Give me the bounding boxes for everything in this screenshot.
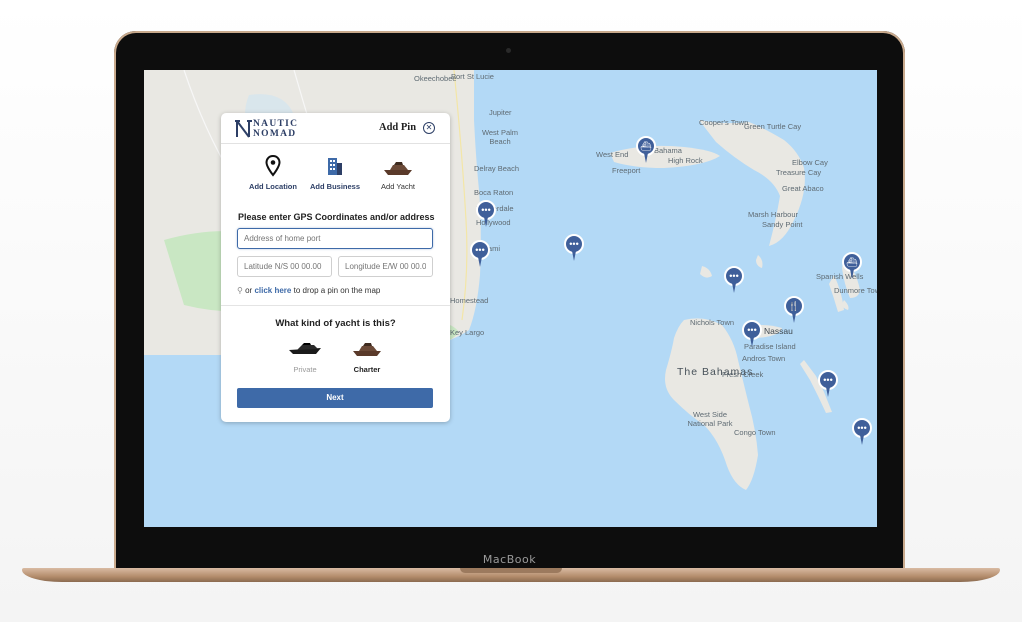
place-label: Nichols Town xyxy=(690,318,735,327)
add-yacht-label: Add Yacht xyxy=(381,182,415,191)
map-pin[interactable]: ••• xyxy=(476,200,496,228)
add-yacht-option[interactable]: Add Yacht xyxy=(373,157,423,191)
place-label: Congo Town xyxy=(734,428,776,437)
map-pin[interactable]: 🍴 xyxy=(784,296,804,324)
place-label: West Side National Park xyxy=(687,410,733,428)
place-label: Andros Town xyxy=(742,354,786,363)
divider xyxy=(221,305,450,306)
place-label: Delray Beach xyxy=(474,164,520,173)
place-label: Jupiter xyxy=(489,108,512,117)
charter-label: Charter xyxy=(353,365,381,374)
add-business-label: Add Business xyxy=(309,182,360,191)
place-label: Freeport xyxy=(612,166,641,175)
place-label: Okeechobee xyxy=(414,74,457,83)
latitude-input[interactable] xyxy=(237,256,332,277)
hint-prefix: or xyxy=(245,286,253,295)
place-label: Boca Raton xyxy=(474,188,514,197)
click-here-link[interactable]: click here xyxy=(254,286,291,295)
place-label: Bahama xyxy=(654,146,682,155)
yacht-type-question: What kind of yacht is this? xyxy=(275,318,396,329)
base-notch xyxy=(460,568,562,573)
small-pin-icon: ⚲ xyxy=(237,286,243,295)
yacht-icon xyxy=(384,162,412,175)
logo-line-2: NOMAD xyxy=(253,128,297,139)
laptop-base xyxy=(22,568,1000,582)
add-pin-panel: NAUTIC NOMAD Add Pin ✕ Add Location Add … xyxy=(221,113,450,422)
map-pin[interactable]: ••• xyxy=(564,234,584,262)
place-label: Green Turtle Cay xyxy=(744,122,802,131)
private-label: Private xyxy=(293,365,317,374)
place-label: West End xyxy=(596,150,629,159)
place-label: Marsh Harbour xyxy=(748,210,799,219)
private-yacht-icon xyxy=(289,343,321,354)
add-location-label: Add Location xyxy=(249,182,297,191)
longitude-input[interactable] xyxy=(338,256,433,277)
add-location-option[interactable]: Add Location xyxy=(246,154,300,191)
map-pin[interactable]: ••• xyxy=(818,370,838,398)
map-pin[interactable]: ••• xyxy=(724,266,744,294)
place-label: Dunmore Town xyxy=(834,286,877,295)
region-label: The Bahamas xyxy=(677,366,754,378)
map-pin[interactable]: ⛴ xyxy=(636,136,656,164)
charter-yacht-option[interactable]: Charter xyxy=(345,341,389,374)
map-pin[interactable]: ••• xyxy=(852,418,872,446)
place-label: Great Abaco xyxy=(782,184,824,193)
address-input[interactable] xyxy=(237,228,433,249)
place-label: High Rock xyxy=(668,156,703,165)
place-label: Nassau xyxy=(764,326,793,336)
place-label: Treasure Cay xyxy=(776,168,822,177)
charter-yacht-icon xyxy=(353,343,381,356)
map-pin[interactable]: ••• xyxy=(742,320,762,348)
panel-title: Add Pin xyxy=(379,122,417,133)
place-label: Homestead xyxy=(450,296,489,305)
next-button[interactable]: Next xyxy=(237,388,433,408)
place-label: Port St Lucie xyxy=(451,72,494,81)
private-yacht-option[interactable]: Private xyxy=(283,341,327,374)
close-icon[interactable]: ✕ xyxy=(423,122,435,134)
device-brand: MacBook xyxy=(482,553,537,566)
map-pin[interactable]: ⛴ xyxy=(842,252,862,280)
building-icon xyxy=(328,158,342,175)
place-label: Key Largo xyxy=(450,328,485,337)
map-pin[interactable]: ••• xyxy=(470,240,490,268)
add-business-option[interactable]: Add Business xyxy=(309,155,361,191)
place-label: Cooper's Town xyxy=(699,118,749,127)
webcam xyxy=(506,48,511,53)
drop-pin-hint: ⚲ or click here to drop a pin on the map xyxy=(237,286,380,295)
map-pin-icon xyxy=(265,154,281,177)
nautic-nomad-logo: NAUTIC NOMAD xyxy=(235,119,325,141)
panel-header: NAUTIC NOMAD Add Pin ✕ xyxy=(221,113,450,144)
place-label: Elbow Cay xyxy=(792,158,828,167)
place-label: Sandy Point xyxy=(762,220,803,229)
logo-mark xyxy=(235,120,252,138)
coordinates-title: Please enter GPS Coordinates and/or addr… xyxy=(238,212,435,222)
place-label: West Palm Beach xyxy=(481,128,519,146)
hint-suffix: to drop a pin on the map xyxy=(293,286,381,295)
